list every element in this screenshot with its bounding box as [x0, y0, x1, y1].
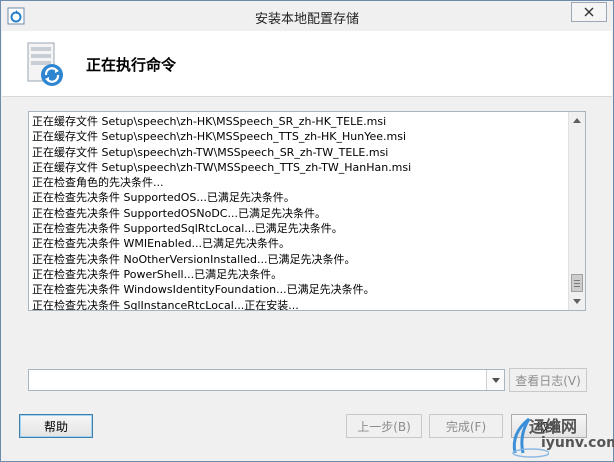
chevron-down-icon — [491, 377, 500, 383]
header-panel: 正在执行命令 — [2, 31, 612, 97]
grip-line — [574, 283, 580, 284]
scroll-up-button[interactable] — [569, 112, 585, 128]
watermark: 运维网 iyunv.com — [507, 409, 614, 462]
server-setup-icon — [27, 42, 63, 86]
view-log-button[interactable]: 查看日志(V) — [509, 368, 587, 392]
title-bar: 安装本地配置存储 — [1, 1, 613, 31]
log-line: 正在缓存文件 Setup\speech\zh-HK\MSSpeech_TTS_z… — [32, 130, 407, 144]
scroll-down-button[interactable] — [569, 294, 585, 310]
close-button[interactable] — [571, 2, 607, 22]
log-line: 正在检查先决条件 SupportedOS...已满足先决条件。 — [32, 191, 295, 205]
dropdown-toggle[interactable] — [486, 370, 504, 390]
log-select-dropdown[interactable] — [28, 369, 505, 391]
log-line: 正在检查角色的先决条件... — [32, 176, 164, 190]
log-lines: 正在缓存文件 Setup\speech\zh-HK\MSSpeech_SR_zh… — [32, 114, 568, 311]
grip-line — [574, 286, 580, 287]
scroll-thumb[interactable] — [571, 274, 583, 292]
watermark-brand: 运维网 — [529, 417, 578, 436]
grip-line — [574, 280, 580, 281]
command-log[interactable]: 正在缓存文件 Setup\speech\zh-HK\MSSpeech_SR_zh… — [28, 111, 586, 311]
log-line: 正在检查先决条件 WindowsIdentityFoundation...已满足… — [32, 283, 375, 297]
back-button[interactable]: 上一步(B) — [346, 414, 422, 438]
log-scrollbar[interactable] — [568, 112, 585, 310]
log-line: 正在检查先决条件 SupportedOSNoDC...已满足先决条件。 — [32, 206, 326, 220]
finish-button[interactable]: 完成(F) — [429, 414, 503, 438]
close-icon — [584, 7, 594, 17]
log-line: 正在检查先决条件 NoOtherVersionInstalled...已满足先决… — [32, 252, 356, 266]
arrow-down-icon — [573, 299, 581, 304]
help-button[interactable]: 帮助 — [19, 414, 93, 438]
window-title: 安装本地配置存储 — [254, 12, 359, 27]
installer-window: 安装本地配置存储 正在执行命令 正在缓存文件 Setup\speech\zh-H… — [0, 0, 614, 462]
log-line: 正在缓存文件 Setup\speech\zh-HK\MSSpeech_SR_zh… — [32, 115, 387, 128]
log-line: 正在检查先决条件 PowerShell...已满足先决条件。 — [32, 267, 283, 281]
log-line: 正在缓存文件 Setup\speech\zh-TW\MSSpeech_TTS_z… — [32, 160, 412, 174]
log-line: 正在检查先决条件 SupportedSqlRtcLocal...已满足先决条件。 — [32, 222, 343, 236]
log-line: 正在缓存文件 Setup\speech\zh-TW\MSSpeech_SR_zh… — [32, 145, 389, 159]
log-line: 正在检查先决条件 SqlInstanceRtcLocal...正在安装... — [32, 298, 299, 311]
log-line: 正在检查先决条件 WMIEnabled...已满足先决条件。 — [32, 237, 291, 251]
arrow-up-icon — [573, 118, 581, 123]
watermark-url: iyunv.com — [541, 435, 614, 451]
page-title: 正在执行命令 — [86, 56, 177, 74]
